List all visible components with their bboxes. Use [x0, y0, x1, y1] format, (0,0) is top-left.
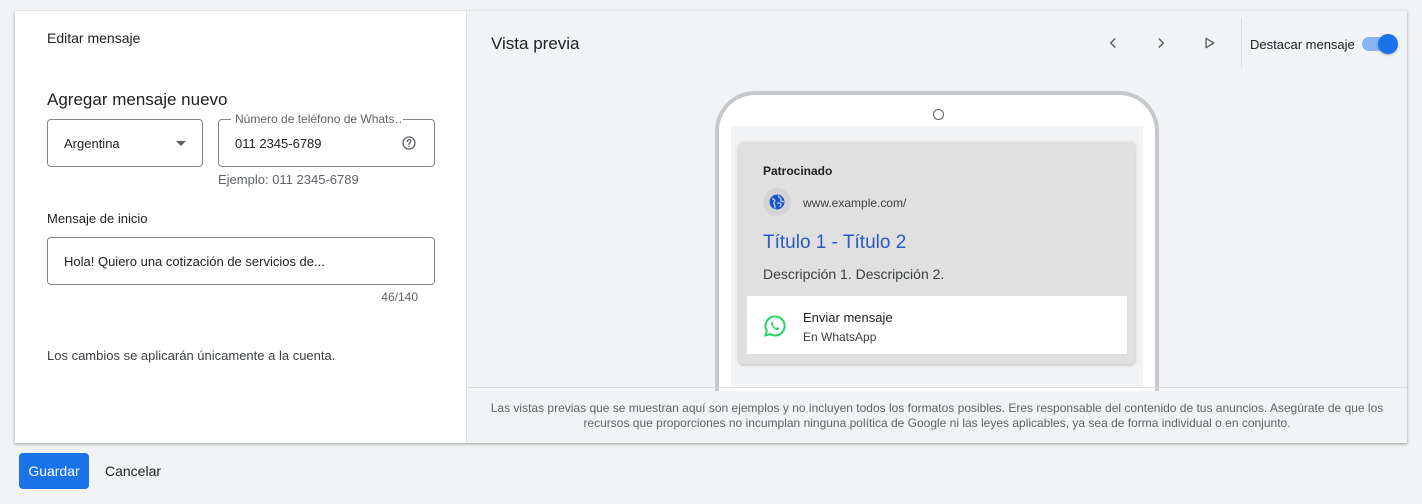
- phone-number-label: Número de teléfono de Whats…: [231, 112, 403, 126]
- ad-display-url: www.example.com/: [803, 196, 907, 210]
- phone-number-hint: Ejemplo: 011 2345-6789: [218, 172, 359, 187]
- phone-number-field[interactable]: Número de teléfono de Whats… 011 2345-67…: [218, 112, 435, 167]
- editor-panel: Editar mensaje Agregar mensaje nuevo Arg…: [15, 11, 467, 443]
- start-message-label: Mensaje de inicio: [47, 211, 148, 226]
- phone-screen: Patrocinado www.example.com/ Título 1 - …: [731, 126, 1143, 386]
- section-title: Agregar mensaje nuevo: [47, 90, 228, 109]
- preview-title: Vista previa: [491, 34, 580, 53]
- whatsapp-cta-title: Enviar mensaje: [803, 310, 893, 325]
- phone-mockup: Patrocinado www.example.com/ Título 1 - …: [715, 91, 1159, 391]
- previous-preview-button[interactable]: [1103, 33, 1123, 53]
- whatsapp-cta-subtitle: En WhatsApp: [803, 330, 877, 344]
- phone-number-value: 011 2345-6789: [235, 135, 322, 151]
- sponsored-label: Patrocinado: [763, 164, 833, 178]
- changes-scope-note: Los cambios se aplicarán únicamente a la…: [47, 348, 336, 363]
- whatsapp-icon: [764, 315, 786, 337]
- chevron-right-icon: [1158, 38, 1165, 48]
- chevron-left-icon: [1109, 38, 1116, 48]
- dropdown-arrow-icon: [176, 140, 186, 146]
- toolbar-divider: [1241, 18, 1242, 68]
- edit-message-card: Editar mensaje Agregar mensaje nuevo Arg…: [15, 11, 1407, 443]
- globe-icon: [763, 188, 791, 216]
- next-preview-button[interactable]: [1151, 33, 1171, 53]
- preview-divider: [467, 387, 1407, 388]
- preview-disclaimer: Las vistas previas que se muestran aquí …: [490, 401, 1384, 430]
- character-counter: 46/140: [381, 290, 418, 304]
- ad-preview-card: Patrocinado www.example.com/ Título 1 - …: [739, 142, 1135, 364]
- panel-title: Editar mensaje: [47, 30, 141, 46]
- preview-panel: Vista previa Destacar mensaje Patrocinad…: [467, 11, 1407, 443]
- play-icon: [1205, 37, 1215, 49]
- toggle-knob: [1378, 34, 1398, 54]
- whatsapp-cta-row: Enviar mensaje En WhatsApp: [747, 296, 1127, 354]
- camera-icon: [933, 109, 944, 120]
- ad-headline: Título 1 - Título 2: [763, 232, 907, 253]
- ad-description: Descripción 1. Descripción 2.: [763, 266, 945, 282]
- help-circle-icon[interactable]: [401, 135, 417, 151]
- highlight-message-label: Destacar mensaje: [1250, 37, 1355, 52]
- play-preview-button[interactable]: [1199, 33, 1219, 53]
- start-message-value: Hola! Quiero una cotización de servicios…: [64, 253, 325, 269]
- save-button[interactable]: Guardar: [19, 453, 89, 489]
- highlight-message-toggle[interactable]: [1362, 34, 1398, 54]
- cancel-button[interactable]: Cancelar: [97, 453, 169, 489]
- country-select[interactable]: Argentina: [47, 119, 203, 167]
- start-message-field[interactable]: Hola! Quiero una cotización de servicios…: [47, 237, 435, 285]
- country-select-value: Argentina: [64, 135, 120, 151]
